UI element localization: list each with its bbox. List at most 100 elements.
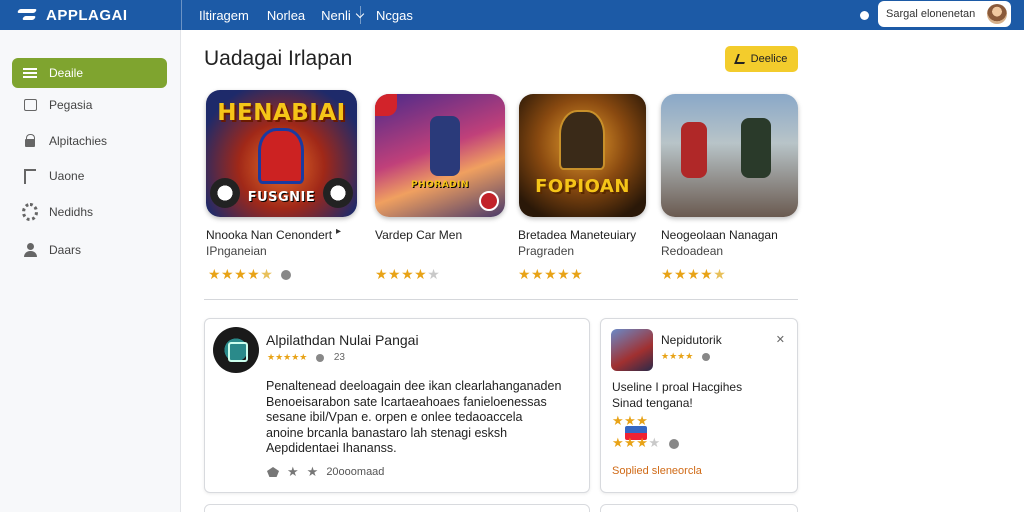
warrior-figure	[430, 116, 460, 176]
review-line: Penaltenead deeloagain dee ikan clearlah…	[266, 379, 562, 393]
star-icon[interactable]: ★	[307, 464, 319, 480]
sidebar-item-alpitachies[interactable]: Alpitachies	[12, 126, 167, 156]
top-nav: Iltiragem Norlea Nenli Ncgas	[199, 0, 413, 30]
review-line: anoine brcanla banastaro lah stenagi esk…	[266, 425, 508, 440]
sidebar: Deaile Pegasia Alpitachies Uaone Nedidhs…	[0, 30, 181, 512]
sidebar-item-deaile[interactable]: Deaile	[12, 58, 167, 88]
game-title[interactable]: Neogeolaan Nanagan	[661, 228, 778, 242]
gear-icon	[22, 205, 38, 219]
nav-item-3-label: Nenli	[321, 7, 351, 23]
game-rating-stars: ★★★★★	[661, 266, 727, 282]
sidebar-item-label: Daars	[49, 243, 82, 257]
nav-item-2[interactable]: Norlea	[267, 8, 305, 23]
side-card-stars: ★★★★	[661, 351, 710, 362]
game-title[interactable]: Bretadea Maneteuiary	[518, 228, 636, 242]
list-icon	[22, 66, 38, 80]
game-title[interactable]: Nnooka Nan Cenondert	[206, 228, 332, 242]
info-icon	[701, 352, 710, 361]
nav-item-3-dropdown[interactable]: Nenli	[321, 7, 365, 23]
review-title: Alpilathdan Nulai Pangai	[266, 332, 419, 348]
knight-figure	[559, 110, 605, 170]
sidebar-item-nedidhs[interactable]: Nedidhs	[12, 197, 167, 227]
star-icon[interactable]: ★	[287, 464, 299, 480]
nav-item-4[interactable]: Ncgas	[376, 8, 413, 23]
game-title[interactable]: Vardep Car Men	[375, 228, 462, 242]
sidebar-item-uaone[interactable]: Uaone	[12, 161, 167, 191]
reviewer-avatar	[213, 327, 259, 373]
section-divider	[204, 299, 798, 300]
review-footer: ★ ★ 20ooomaad	[267, 464, 384, 480]
user-icon	[22, 243, 38, 257]
game-card[interactable]: PHORADIN	[375, 90, 525, 217]
box-icon	[22, 98, 38, 112]
tile-title: HENABIAI	[217, 100, 346, 126]
app-name: APPLAGAI	[46, 6, 128, 24]
side-card-title: Nepidutorik	[661, 333, 722, 347]
game-rating-stars: ★★★★★	[208, 266, 292, 283]
review-body: Penaltenead deeloagain dee ikan clearlah…	[266, 379, 576, 457]
soldier-figure	[741, 118, 771, 178]
game-thumbnail[interactable]: PHORADIN	[375, 94, 505, 217]
side-card[interactable]: Nepidutorik ✕ ★★★★ Useline I proal Hacgi…	[600, 318, 798, 493]
sidebar-item-pegasia[interactable]: Pegasia	[12, 90, 167, 120]
game-thumbnail[interactable]	[661, 94, 798, 217]
pencil-icon	[733, 54, 748, 64]
info-icon	[668, 438, 679, 449]
game-subtitle: Pragraden	[518, 244, 575, 258]
footer-text: 20ooomaad	[326, 466, 385, 478]
search-value: Sargal elonenetan	[886, 8, 976, 20]
nav-separator	[360, 6, 361, 24]
game-card[interactable]: FOPIOAN	[519, 90, 669, 217]
review-card[interactable]: Alpilathdan Nulai Pangai ★★★★★ 23 Penalt…	[204, 318, 590, 493]
sidebar-item-label: Alpitachies	[49, 134, 108, 148]
avatar[interactable]	[987, 4, 1007, 24]
sidebar-item-label: Pegasia	[49, 98, 93, 112]
review-count: 23	[333, 352, 345, 363]
nav-item-1[interactable]: Iltiragem	[199, 8, 249, 23]
home-icon[interactable]	[267, 467, 279, 477]
side-card-line: Sinad tengana!	[612, 395, 693, 410]
page-title: Uadagai Irlapan	[204, 47, 353, 70]
game-rating-stars: ★★★★★	[375, 266, 441, 282]
soldier-figure	[681, 122, 707, 178]
close-icon[interactable]: ✕	[776, 333, 785, 346]
search-input[interactable]: Sargal elonenetan	[878, 1, 1011, 27]
game-card[interactable]: HENABIAI FUSGNIE	[206, 90, 357, 217]
sidebar-item-label: Deaile	[49, 66, 84, 80]
game-thumbnail[interactable]: FOPIOAN	[519, 94, 646, 217]
logo-icon	[18, 8, 40, 22]
badge-icon	[375, 94, 397, 116]
review-line: sesane ibil/Vpan e. orpen e onlee tedaoa…	[266, 410, 523, 424]
flag-icon	[22, 169, 38, 183]
review-line: Benoeisarabon sate Icartaeahoaes fanielo…	[266, 394, 547, 409]
lock-icon	[22, 134, 38, 148]
side-card-body: Useline I proal Hacgihes Sinad tengana!	[612, 380, 792, 411]
game-subtitle: Redoadean	[661, 244, 724, 258]
info-icon	[315, 353, 324, 362]
primary-action-button[interactable]: Deelice	[725, 46, 798, 72]
side-card-thumbnail	[611, 329, 653, 371]
next-card-peek	[600, 504, 798, 512]
hero-figure	[258, 128, 304, 184]
tile-title: FOPIOAN	[535, 176, 630, 197]
app-logo[interactable]: APPLAGAI	[18, 5, 128, 25]
game-rating-stars: ★★★★★	[518, 266, 584, 282]
caret-icon: ▸	[336, 226, 342, 237]
game-card[interactable]	[661, 90, 811, 217]
sidebar-item-daars[interactable]: Daars	[12, 235, 167, 265]
sidebar-item-label: Nedidhs	[49, 205, 94, 219]
side-card-rating-2: ★★★★	[612, 435, 679, 451]
status-dot-icon	[860, 11, 869, 20]
sidebar-item-label: Uaone	[49, 169, 85, 183]
next-card-peek	[204, 504, 590, 512]
game-thumbnail[interactable]: HENABIAI FUSGNIE	[206, 90, 357, 217]
game-subtitle: IPnganeian	[206, 244, 267, 258]
side-card-link[interactable]: Soplied sleneorcla	[612, 465, 702, 477]
info-icon[interactable]	[281, 270, 292, 281]
play-icon	[479, 191, 499, 211]
side-card-line: Useline I proal Hacgihes	[612, 380, 743, 394]
review-line: Aepdidentaei Ihananss.	[266, 441, 397, 455]
review-rating-stars: ★★★★★ 23	[267, 352, 345, 363]
tile-title: PHORADIN	[410, 180, 470, 190]
tile-subtitle: FUSGNIE	[247, 190, 316, 205]
